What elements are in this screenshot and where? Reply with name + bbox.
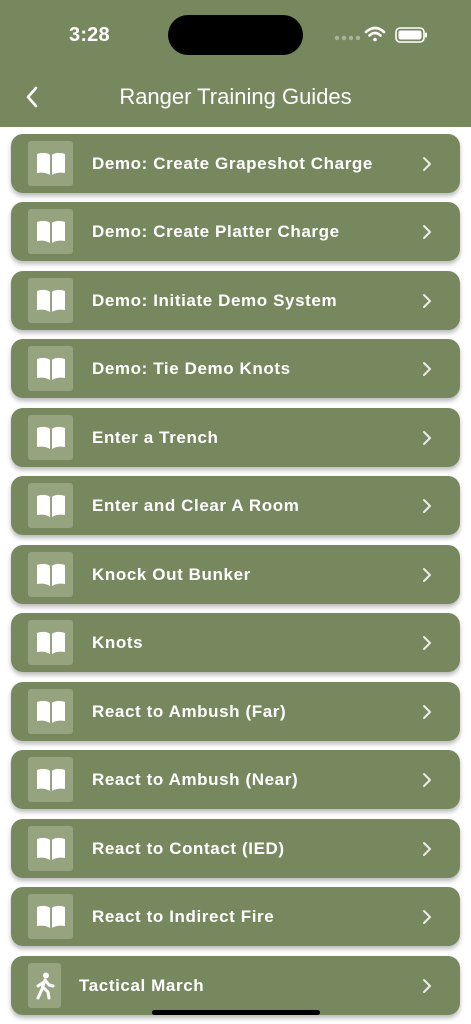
- book-icon: [28, 346, 73, 391]
- list-item-label: Knots: [92, 633, 144, 652]
- book-icon: [28, 483, 73, 528]
- book-icon: [28, 278, 73, 323]
- chevron-right-icon: [423, 431, 431, 445]
- list-item-demo-initiate[interactable]: Demo: Initiate Demo System: [11, 271, 460, 330]
- list-item-demo-platter[interactable]: Demo: Create Platter Charge: [11, 202, 460, 261]
- list-item-label: React to Ambush (Near): [92, 770, 299, 789]
- chevron-right-icon: [423, 842, 431, 856]
- status-time: 3:28: [69, 24, 110, 46]
- list-item-label: Demo: Create Platter Charge: [92, 222, 340, 241]
- book-icon: [28, 209, 73, 254]
- list-item-label: React to Indirect Fire: [92, 907, 275, 926]
- book-icon: [28, 620, 73, 665]
- list-item-label: Demo: Tie Demo Knots: [92, 359, 291, 378]
- walking-person-icon: [28, 963, 61, 1008]
- chevron-right-icon: [423, 568, 431, 582]
- chevron-right-icon: [423, 705, 431, 719]
- list-item-ambush-near[interactable]: React to Ambush (Near): [11, 750, 460, 809]
- list-item-label: Demo: Create Grapeshot Charge: [92, 154, 373, 173]
- list-item-knock-out-bunker[interactable]: Knock Out Bunker: [11, 545, 460, 604]
- list-item-indirect-fire[interactable]: React to Indirect Fire: [11, 887, 460, 946]
- home-indicator: [152, 1010, 320, 1015]
- chevron-right-icon: [423, 910, 431, 924]
- chevron-right-icon: [423, 294, 431, 308]
- list-item-label: React to Ambush (Far): [92, 702, 287, 721]
- chevron-right-icon: [423, 979, 431, 993]
- page-title: Ranger Training Guides: [119, 84, 352, 109]
- chevron-right-icon: [423, 636, 431, 650]
- list-item-demo-knots[interactable]: Demo: Tie Demo Knots: [11, 339, 460, 398]
- book-icon: [28, 826, 73, 871]
- cellular-dots-icon: [334, 35, 361, 41]
- chevron-right-icon: [423, 225, 431, 239]
- book-icon: [28, 689, 73, 734]
- list-item-tactical-march[interactable]: Tactical March: [11, 956, 460, 1015]
- list-item-knots[interactable]: Knots: [11, 613, 460, 672]
- list-item-demo-grapeshot[interactable]: Demo: Create Grapeshot Charge: [11, 134, 460, 193]
- chevron-right-icon: [423, 499, 431, 513]
- list-item-enter-trench[interactable]: Enter a Trench: [11, 408, 460, 467]
- list-item-label: React to Contact (IED): [92, 839, 285, 858]
- status-icons: [334, 26, 427, 43]
- list-item-ambush-far[interactable]: React to Ambush (Far): [11, 682, 460, 741]
- book-icon: [28, 894, 73, 939]
- book-icon: [28, 415, 73, 460]
- chevron-right-icon: [423, 773, 431, 787]
- list-item-label: Enter and Clear A Room: [92, 496, 300, 515]
- list-item-contact-ied[interactable]: React to Contact (IED): [11, 819, 460, 878]
- list-item-label: Tactical March: [79, 976, 205, 995]
- chevron-right-icon: [423, 157, 431, 171]
- list-item-enter-clear-room[interactable]: Enter and Clear A Room: [11, 476, 460, 535]
- battery-icon: [395, 27, 427, 43]
- book-icon: [28, 141, 73, 186]
- dynamic-island: [168, 15, 303, 55]
- list-item-label: Enter a Trench: [92, 428, 219, 447]
- list-item-label: Knock Out Bunker: [92, 565, 251, 584]
- book-icon: [28, 757, 73, 802]
- book-icon: [28, 552, 73, 597]
- chevron-right-icon: [423, 362, 431, 376]
- list-item-label: Demo: Initiate Demo System: [92, 291, 338, 310]
- nav-header: 3:28 Ranger Training Guides: [0, 0, 471, 127]
- wifi-icon: [364, 26, 386, 42]
